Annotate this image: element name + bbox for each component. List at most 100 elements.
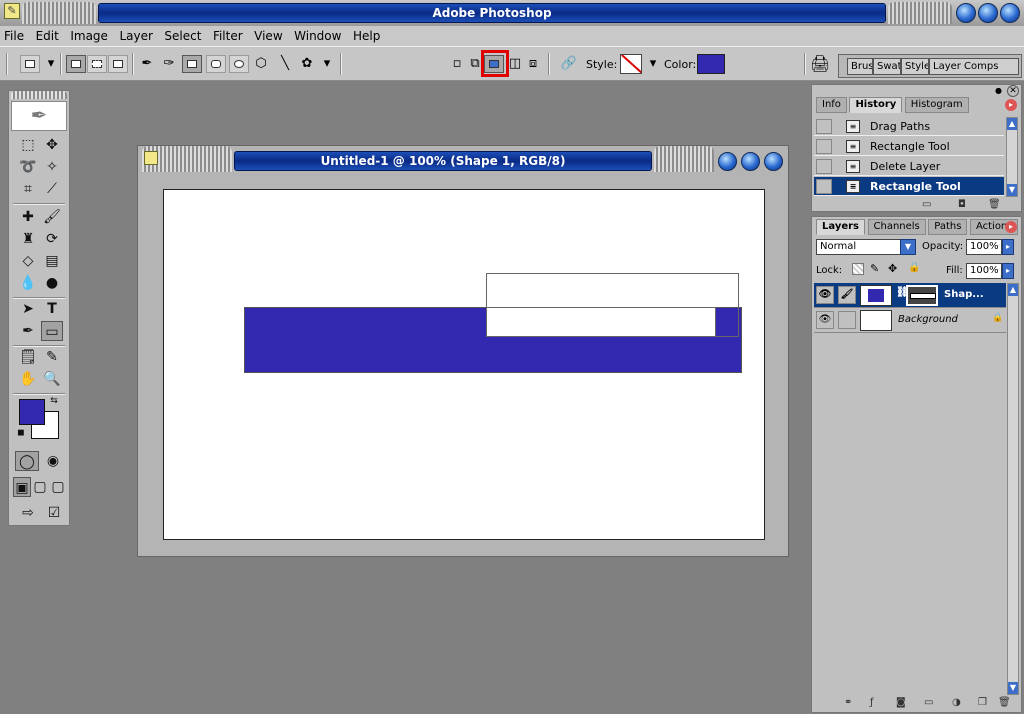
scroll-down-icon[interactable]: ▼ [1008,682,1018,694]
pen-tool-icon-box[interactable]: ✒ [17,321,39,341]
document-minimize-button[interactable] [718,152,737,171]
menu-select[interactable]: Select [160,26,205,43]
tab-histogram[interactable]: Histogram [904,97,969,113]
palette-well-layer-comps-tab[interactable]: Layer Comps [929,58,1019,75]
menu-file[interactable]: File [0,26,28,43]
document-icon[interactable] [144,151,158,165]
fill-field[interactable]: 100% [966,263,1002,279]
line-tool-icon[interactable]: ╲ [276,55,294,73]
history-brush-source[interactable] [816,159,832,174]
fill-slider-icon[interactable]: ▸ [1002,263,1014,279]
layer-row-background[interactable]: 👁 Background 🔒 [814,308,1006,333]
full-screen-mode-icon[interactable]: ▢ [49,477,67,497]
menu-edit[interactable]: Edit [32,26,63,43]
rectangle-shape-button[interactable] [182,55,202,73]
eyedropper-tool-icon[interactable]: ✎ [41,347,63,367]
pen-tool-icon[interactable]: ✒ [138,55,156,73]
menu-help[interactable]: Help [349,26,384,43]
lock-image-icon[interactable]: ✎ [870,262,879,275]
background-thumbnail[interactable] [860,310,892,331]
history-brush-icon[interactable]: ⟳ [41,229,63,249]
fill-pixels-button[interactable] [108,55,128,73]
blur-tool-icon[interactable]: 💧 [17,273,39,293]
document-title-grip-right[interactable] [654,146,714,172]
crop-tool-icon[interactable]: ⌗ [17,179,39,199]
lock-position-icon[interactable]: ✥ [888,262,897,275]
file-browser-icon[interactable]: 🖨 [810,55,830,73]
layer-row-shape[interactable]: 👁 🖌 ⛓ Shap... [814,283,1006,308]
link-layer-style-icon[interactable]: 🔗 [560,55,578,73]
layer-name[interactable]: Background [898,314,958,325]
healing-brush-icon[interactable]: ✚ [17,207,39,227]
history-menu-arrow-icon[interactable]: ▸ [1005,99,1017,111]
ellipse-button[interactable] [229,55,249,73]
history-item[interactable]: ≡ Delete Layer [814,157,1004,176]
add-mask-icon[interactable]: ◙ [896,697,906,708]
history-brush-source[interactable] [816,139,832,154]
blend-mode-dropdown-icon[interactable]: ▼ [900,239,916,255]
magic-wand-icon[interactable]: ✧ [41,157,63,177]
default-colors-icon[interactable]: ◼ [15,427,27,439]
layers-scrollbar[interactable]: ▲ ▼ [1007,283,1019,695]
lock-transparent-icon[interactable] [852,263,864,275]
tab-paths[interactable]: Paths [928,219,968,235]
notes-tool-icon[interactable]: 🗒 [17,347,39,367]
layer-brush-icon[interactable]: 🖌 [838,286,856,304]
document-maximize-button[interactable] [741,152,760,171]
paths-button[interactable] [87,55,107,73]
polygon-icon[interactable]: ⬡ [252,55,270,73]
close-button[interactable] [1000,3,1020,23]
new-group-icon[interactable]: ▭ [924,697,933,708]
tab-history[interactable]: History [849,97,903,113]
menu-view[interactable]: View [250,26,286,43]
full-screen-menu-mode-icon[interactable]: ▢ [31,477,49,497]
palette-well-swatches-tab[interactable]: Swat [873,58,901,75]
new-layer-icon[interactable]: ❐ [978,697,987,708]
imageready-icon[interactable]: ☑ [43,503,65,523]
new-snapshot-icon[interactable]: ▭ [922,199,931,210]
palette-close-icon[interactable]: ✕ [1007,85,1019,97]
standard-mode-icon[interactable]: ◯ [15,451,39,471]
path-selection-icon[interactable]: ➤ [17,299,39,319]
gradient-tool-icon[interactable]: ▤ [41,251,63,271]
layer-fill-thumbnail[interactable] [860,285,892,306]
move-tool-icon[interactable]: ✥ [41,135,63,155]
delete-state-icon[interactable]: 🗑 [988,199,1001,210]
menu-layer[interactable]: Layer [115,26,156,43]
style-dropdown-icon[interactable]: ▾ [644,55,662,73]
menu-image[interactable]: Image [66,26,112,43]
scroll-up-icon[interactable]: ▲ [1007,118,1017,130]
menu-filter[interactable]: Filter [209,26,247,43]
add-layer-style-icon[interactable]: ƒ [870,697,874,708]
quick-mask-mode-icon[interactable]: ◉ [41,451,65,471]
history-item-current[interactable]: ≡ Rectangle Tool [814,177,1004,196]
freeform-pen-icon[interactable]: ✑ [160,55,178,73]
foreground-color-swatch[interactable] [19,399,45,425]
tools-grip[interactable] [11,91,67,99]
shape-layers-button[interactable] [66,55,86,73]
photoshop-feather-icon[interactable]: ✒ [11,101,67,131]
lasso-tool-icon[interactable]: ➰ [17,157,39,177]
palette-well-styles-tab[interactable]: Style [901,58,929,75]
scroll-down-icon[interactable]: ▼ [1007,184,1017,196]
history-item[interactable]: ≡ Rectangle Tool [814,137,1004,156]
hand-tool-icon[interactable]: ✋ [17,369,39,389]
preset-dropdown-icon[interactable]: ▾ [42,55,60,73]
slice-tool-icon[interactable]: ⟋ [41,179,63,199]
create-new-shape-icon[interactable]: ▫ [448,55,466,73]
minimize-button[interactable] [956,3,976,23]
link-layers-icon[interactable]: ⚭ [844,697,852,708]
lock-all-icon[interactable]: 🔒 [908,262,920,273]
photoshop-app-icon[interactable]: ✎ [4,3,20,19]
layer-link-box[interactable] [838,311,856,329]
style-picker[interactable] [620,54,642,74]
menu-window[interactable]: Window [290,26,345,43]
exclude-overlapping-icon[interactable]: ⧈ [524,55,542,73]
type-tool-icon[interactable]: T [41,299,63,319]
palette-collapse-icon[interactable]: ● [995,86,1005,96]
tab-layers[interactable]: Layers [816,219,865,235]
shape-options-dropdown-icon[interactable]: ▾ [318,55,336,73]
subtracted-area[interactable] [486,307,716,337]
dodge-tool-icon[interactable]: ● [41,273,63,293]
rectangle-tool-icon[interactable]: ▭ [41,321,63,341]
